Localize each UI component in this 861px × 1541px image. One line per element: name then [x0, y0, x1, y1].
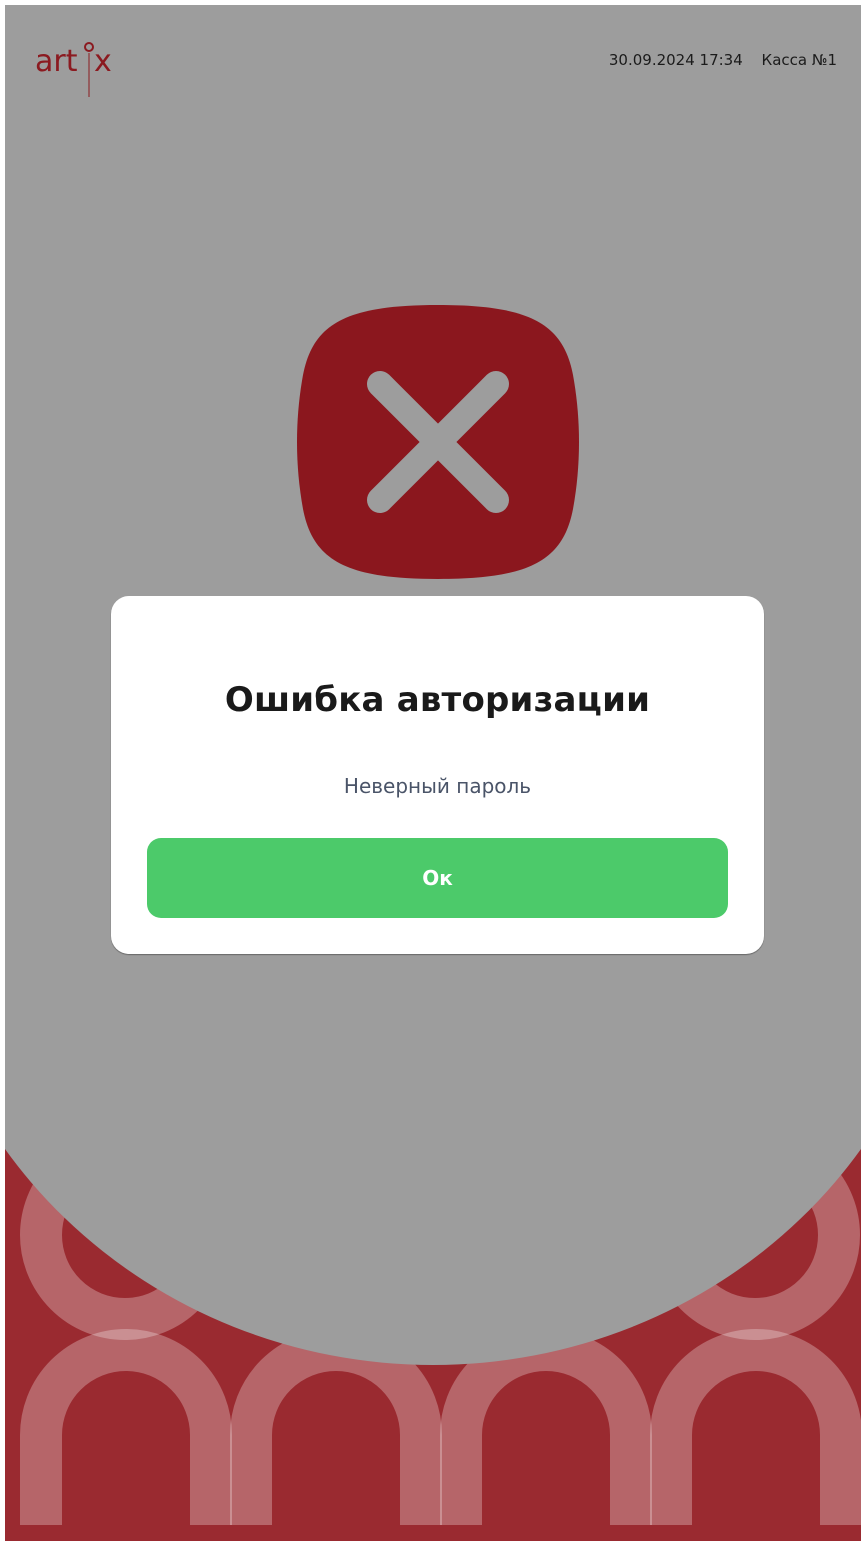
header: art x 30.09.2024 17:34 Касса №1: [5, 5, 861, 115]
dialog-message: Неверный пароль: [343, 774, 532, 798]
register-name: Касса №1: [761, 51, 837, 69]
svg-text:x: x: [94, 44, 112, 79]
decorative-bottom-pattern: [5, 1105, 861, 1541]
screen: art x 30.09.2024 17:34 Касса №1 Ошибка а…: [5, 5, 861, 1541]
svg-text:art: art: [35, 44, 78, 79]
error-icon: [297, 301, 579, 583]
artix-logo: art x: [35, 39, 135, 109]
error-dialog: Ошибка авторизации Неверный пароль Ок: [111, 596, 764, 954]
header-info: 30.09.2024 17:34 Касса №1: [595, 51, 837, 69]
datetime: 30.09.2024 17:34: [608, 51, 743, 69]
ok-button[interactable]: Ок: [147, 838, 728, 918]
dialog-title: Ошибка авторизации: [224, 680, 651, 720]
